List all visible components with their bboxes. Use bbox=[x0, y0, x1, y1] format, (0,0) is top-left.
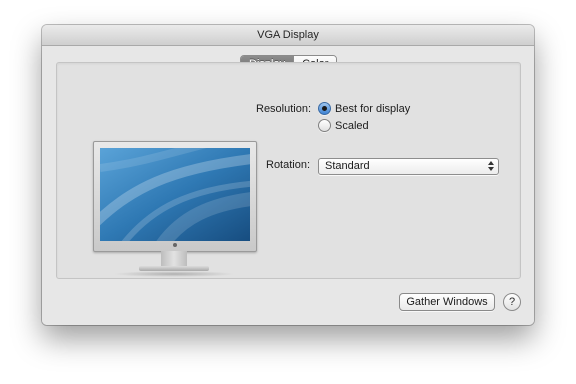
monitor-bezel bbox=[93, 141, 257, 252]
resolution-label: Resolution: bbox=[256, 103, 312, 115]
vga-display-window: VGA Display Display Color bbox=[42, 25, 534, 325]
gather-windows-button[interactable]: Gather Windows bbox=[399, 293, 495, 311]
rotation-value: Standard bbox=[325, 160, 370, 172]
radio-best-label: Best for display bbox=[335, 102, 411, 115]
radio-button-unchecked[interactable] bbox=[318, 119, 331, 132]
monitor-stand-neck bbox=[161, 251, 187, 267]
window-title: VGA Display bbox=[42, 25, 534, 46]
rotation-popup[interactable]: Standard bbox=[318, 158, 499, 175]
window-content: Display Color bbox=[42, 46, 534, 325]
up-down-arrows-icon bbox=[488, 161, 494, 171]
radio-best-for-display[interactable]: Best for display bbox=[318, 102, 410, 115]
radio-button-checked[interactable] bbox=[318, 102, 331, 115]
display-panel: Resolution: Best for display Scaled Rota… bbox=[56, 62, 521, 279]
radio-scaled-label: Scaled bbox=[335, 119, 369, 132]
apple-logo-icon bbox=[173, 243, 177, 247]
monitor-shadow bbox=[113, 271, 235, 277]
radio-scaled[interactable]: Scaled bbox=[318, 119, 369, 132]
rotation-label: Rotation: bbox=[266, 159, 311, 171]
monitor-screen bbox=[100, 148, 250, 241]
help-button[interactable]: ? bbox=[503, 293, 521, 311]
